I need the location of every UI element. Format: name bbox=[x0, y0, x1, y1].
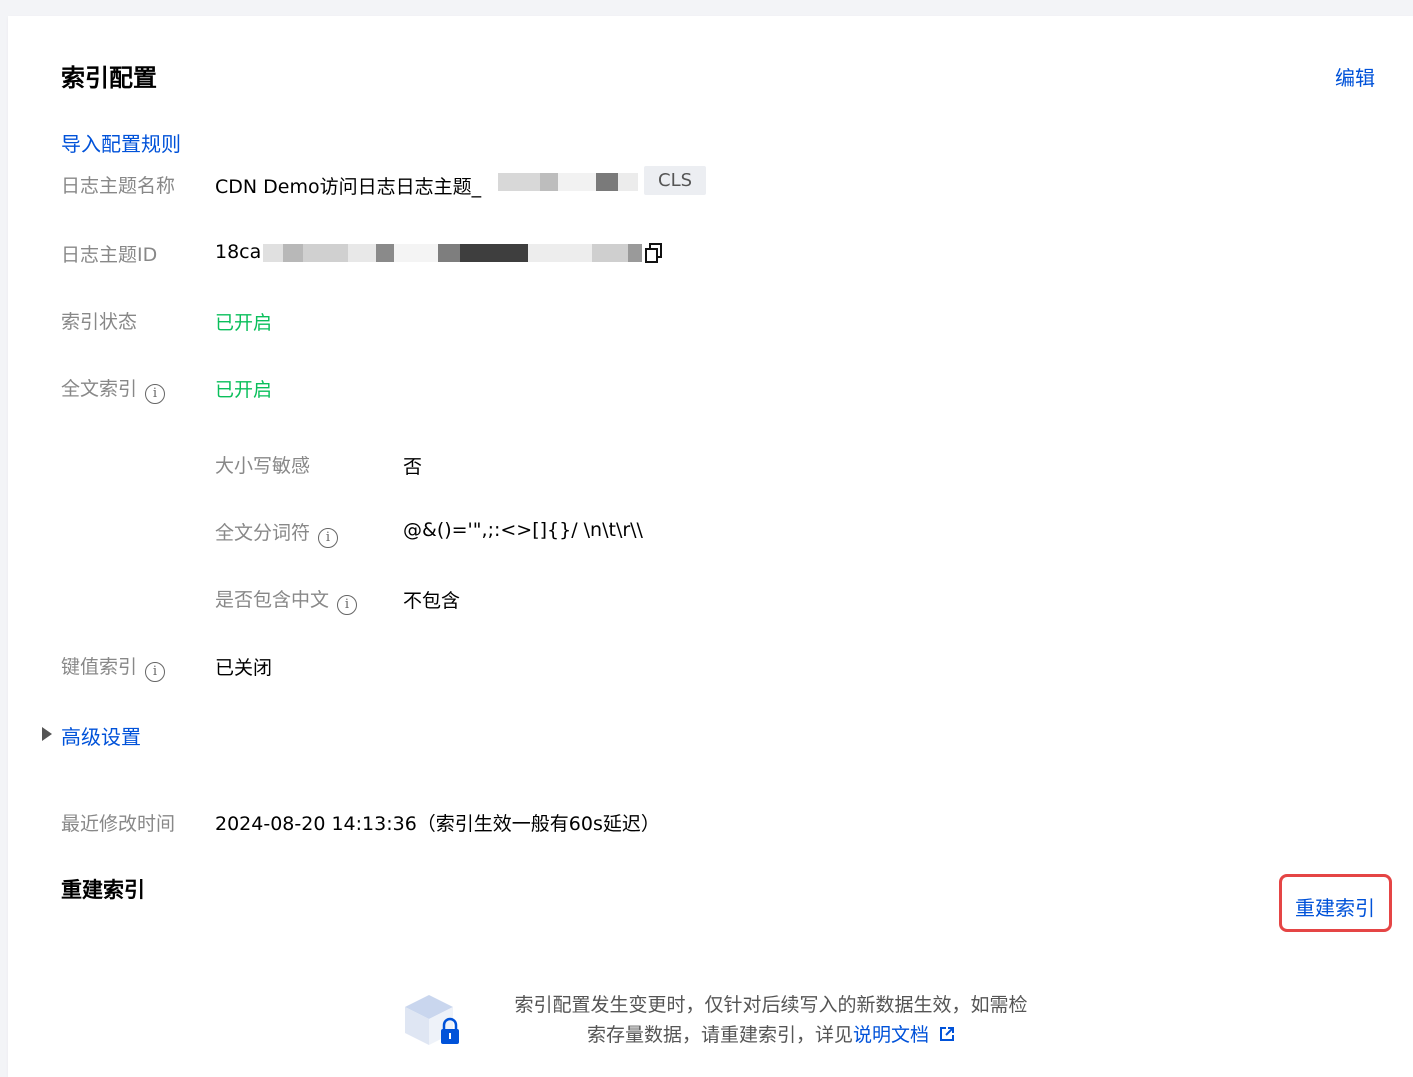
tokenizer-label: 全文分词符 i bbox=[215, 518, 339, 548]
case-sensitive-value: 否 bbox=[403, 456, 423, 478]
redacted-block bbox=[303, 244, 348, 262]
redacted-block bbox=[592, 244, 628, 262]
rebuild-notice: 索引配置发生变更时，仅针对后续写入的新数据生效，如需检 索存量数据，请重建索引，… bbox=[486, 990, 1056, 1050]
topic-name-text: CDN Demo访问日志日志主题_ bbox=[215, 176, 482, 198]
notice-line-2: 索存量数据，请重建索引，详见说明文档 bbox=[486, 1020, 1056, 1050]
case-sensitive-label: 大小写敏感 bbox=[215, 455, 311, 477]
info-icon[interactable]: i bbox=[145, 662, 166, 682]
expand-triangle-icon[interactable] bbox=[42, 727, 52, 741]
index-status-value: 已开启 bbox=[215, 312, 273, 334]
notice-line-2-text: 索存量数据，请重建索引，详见 bbox=[586, 1024, 853, 1046]
info-icon[interactable]: i bbox=[318, 528, 339, 548]
fulltext-index-value: 已开启 bbox=[215, 379, 273, 401]
kv-index-label-text: 键值索引 bbox=[61, 656, 138, 678]
tokenizer-label-text: 全文分词符 bbox=[215, 522, 311, 544]
redacted-block bbox=[498, 173, 540, 191]
kv-index-label: 键值索引 i bbox=[61, 652, 166, 682]
index-status-label: 索引状态 bbox=[61, 311, 138, 333]
topic-id-label: 日志主题ID bbox=[61, 244, 158, 266]
redacted-block bbox=[596, 173, 618, 191]
redacted-block bbox=[528, 244, 592, 262]
fulltext-index-label: 全文索引 i bbox=[61, 374, 166, 404]
external-link-icon[interactable] bbox=[939, 1026, 955, 1042]
info-icon[interactable]: i bbox=[337, 595, 358, 615]
last-modified-label: 最近修改时间 bbox=[61, 813, 176, 835]
notice-line-1: 索引配置发生变更时，仅针对后续写入的新数据生效，如需检 bbox=[514, 994, 1028, 1016]
edit-button[interactable]: 编辑 bbox=[1335, 62, 1375, 91]
index-config-card: 索引配置 编辑 导入配置规则 日志主题名称 CDN Demo访问日志日志主题_ … bbox=[8, 16, 1413, 1077]
topic-name-value: CDN Demo访问日志日志主题_ bbox=[215, 172, 481, 199]
include-chinese-value: 不包含 bbox=[403, 590, 461, 612]
copy-icon[interactable] bbox=[645, 243, 663, 263]
topic-id-value: 18ca bbox=[215, 241, 262, 263]
cls-tag-text: CLS bbox=[644, 166, 707, 195]
redacted-block bbox=[618, 173, 638, 191]
page-title: 索引配置 bbox=[61, 64, 157, 92]
redacted-block bbox=[558, 173, 596, 191]
import-config-rules-link[interactable]: 导入配置规则 bbox=[61, 128, 181, 157]
info-icon[interactable]: i bbox=[145, 384, 166, 404]
cls-tag: CLS bbox=[644, 166, 707, 195]
kv-index-value: 已关闭 bbox=[215, 657, 273, 679]
topic-name-label: 日志主题名称 bbox=[61, 175, 176, 197]
rebuild-index-button[interactable]: 重建索引 bbox=[1295, 892, 1375, 921]
advanced-settings-toggle[interactable]: 高级设置 bbox=[61, 721, 141, 750]
redacted-block bbox=[540, 173, 558, 191]
redacted-block bbox=[394, 244, 438, 262]
doc-link[interactable]: 说明文档 bbox=[853, 1024, 929, 1046]
rebuild-section-title: 重建索引 bbox=[61, 878, 145, 902]
redacted-block bbox=[628, 244, 642, 262]
include-chinese-label: 是否包含中文 i bbox=[215, 585, 358, 615]
redacted-block bbox=[460, 244, 528, 262]
box-lock-icon bbox=[405, 995, 459, 1045]
last-modified-value: 2024-08-20 14:13:36（索引生效一般有60s延迟） bbox=[215, 813, 660, 835]
redacted-block bbox=[438, 244, 460, 262]
include-chinese-label-text: 是否包含中文 bbox=[215, 589, 330, 611]
tokenizer-value: @&()='",;:<>[]{}/ \n\t\r\\ bbox=[403, 519, 643, 541]
redacted-block bbox=[263, 244, 283, 262]
redacted-block bbox=[283, 244, 303, 262]
redacted-block bbox=[348, 244, 376, 262]
fulltext-index-label-text: 全文索引 bbox=[61, 378, 138, 400]
redacted-block bbox=[376, 244, 394, 262]
